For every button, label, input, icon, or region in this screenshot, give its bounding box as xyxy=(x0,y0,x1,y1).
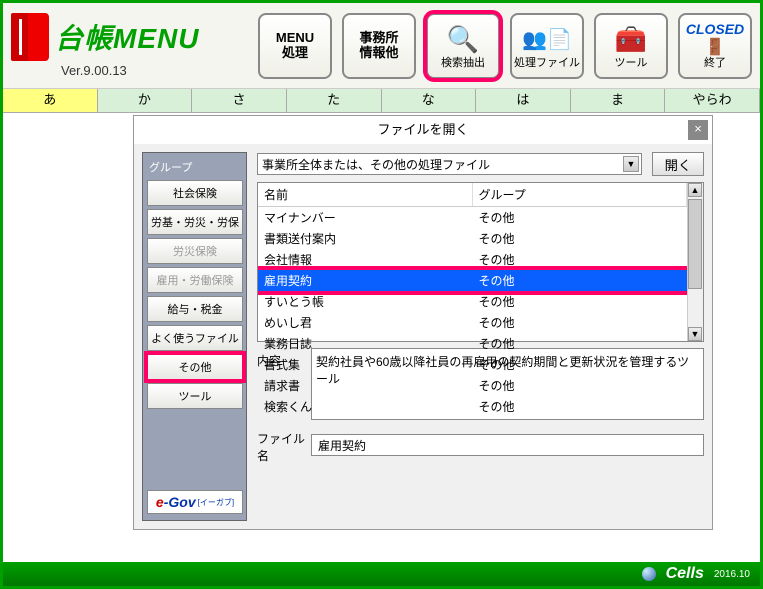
footer-date: 2016.10 xyxy=(714,569,750,580)
egov-button[interactable]: e-Gov [イーガブ] xyxy=(147,490,243,514)
group-btn-koyou: 雇用・労働保険 xyxy=(147,267,243,293)
kana-tab-sa[interactable]: さ xyxy=(192,89,287,112)
label: MENU処理 xyxy=(276,31,314,60)
menu-button-process-file[interactable]: 👥📄 処理ファイル xyxy=(510,13,584,79)
open-button[interactable]: 開く xyxy=(652,152,704,176)
door-icon: 🚪 xyxy=(705,37,725,57)
dropdown-value: 事業所全体または、その他の処理ファイル xyxy=(262,156,490,173)
person-file-icon: 👥📄 xyxy=(522,21,572,57)
list-item[interactable]: すいとう帳その他 xyxy=(258,291,687,312)
label: 処理ファイル xyxy=(514,57,580,69)
label: 終了 xyxy=(704,57,726,69)
scope-dropdown[interactable]: 事業所全体または、その他の処理ファイル ▼ xyxy=(257,153,642,175)
list-body: マイナンバーその他 書類送付案内その他 会社情報その他 雇用契約その他 すいとう… xyxy=(258,207,687,417)
right-panel: 事業所全体または、その他の処理ファイル ▼ 開く 名前 グループ xyxy=(257,152,704,521)
list-item[interactable]: 請求書その他 xyxy=(258,375,687,396)
list-item[interactable]: 業務日誌その他 xyxy=(258,333,687,354)
label: 事務所情報他 xyxy=(359,31,398,60)
kana-tab-a[interactable]: あ xyxy=(3,89,98,112)
label: 検索抽出 xyxy=(441,57,485,69)
group-panel-title: グループ xyxy=(147,159,242,175)
open-file-dialog: ファイルを開く × グループ 社会保険 労基・労災・労保 労災保険 雇用・労働保… xyxy=(133,115,713,530)
menu-button-office-info[interactable]: 事務所情報他 xyxy=(342,13,416,79)
closed-icon: CLOSED xyxy=(686,21,744,37)
col-name[interactable]: 名前 xyxy=(258,183,473,206)
group-btn-shakai[interactable]: 社会保険 xyxy=(147,180,243,206)
list-item-selected[interactable]: 雇用契約その他 xyxy=(258,270,687,291)
filename-input[interactable]: 雇用契約 xyxy=(311,434,704,456)
app-title: 台帳MENU xyxy=(55,17,199,57)
group-btn-tools[interactable]: ツール xyxy=(147,383,243,409)
kana-tab-ha[interactable]: は xyxy=(476,89,571,112)
menu-button-exit[interactable]: CLOSED 🚪 終了 xyxy=(678,13,752,79)
scroll-down-icon[interactable]: ▼ xyxy=(688,327,702,341)
label: ツール xyxy=(615,57,648,69)
logo-section: 台帳MENU Ver.9.00.13 xyxy=(11,13,199,78)
globe-icon xyxy=(642,567,656,581)
group-btn-rousai: 労災保険 xyxy=(147,238,243,264)
menu-button-search[interactable]: 🔍 検索抽出 xyxy=(426,13,500,79)
kana-tabs: あ か さ た な は ま やらわ xyxy=(3,89,760,113)
magnifier-icon: 🔍 xyxy=(447,21,479,57)
list-item[interactable]: 検索くんその他 xyxy=(258,396,687,417)
group-panel: グループ 社会保険 労基・労災・労保 労災保険 雇用・労働保険 給与・税金 よく… xyxy=(142,152,247,521)
dialog-title-text: ファイルを開く xyxy=(377,122,468,137)
list-header: 名前 グループ xyxy=(258,183,687,207)
list-item[interactable]: 会社情報その他 xyxy=(258,249,687,270)
toolbox-icon: 🧰 xyxy=(615,21,647,57)
group-btn-other[interactable]: その他 xyxy=(147,354,243,380)
scrollbar-thumb[interactable] xyxy=(688,199,702,289)
scrollbar[interactable]: ▲ ▼ xyxy=(687,183,703,341)
group-btn-rouki[interactable]: 労基・労災・労保 xyxy=(147,209,243,235)
kana-tab-yarawa[interactable]: やらわ xyxy=(665,89,760,112)
chevron-down-icon: ▼ xyxy=(623,156,639,172)
file-list: 名前 グループ マイナンバーその他 書類送付案内その他 会社情報その他 雇用契約… xyxy=(257,182,704,342)
scroll-up-icon[interactable]: ▲ xyxy=(688,183,702,197)
menu-button-tools[interactable]: 🧰 ツール xyxy=(594,13,668,79)
list-item[interactable]: 書類送付案内その他 xyxy=(258,228,687,249)
dialog-title: ファイルを開く × xyxy=(134,116,712,144)
list-item[interactable]: 書式集その他 xyxy=(258,354,687,375)
group-btn-kyuyo[interactable]: 給与・税金 xyxy=(147,296,243,322)
list-item[interactable]: マイナンバーその他 xyxy=(258,207,687,228)
close-icon[interactable]: × xyxy=(688,120,708,140)
app-window: 台帳MENU Ver.9.00.13 MENU処理 事務所情報他 🔍 検索抽出 … xyxy=(0,0,763,589)
header: 台帳MENU Ver.9.00.13 MENU処理 事務所情報他 🔍 検索抽出 … xyxy=(3,3,760,89)
ledger-icon xyxy=(11,13,49,61)
version-label: Ver.9.00.13 xyxy=(61,63,127,78)
kana-tab-na[interactable]: な xyxy=(382,89,477,112)
kana-tab-ka[interactable]: か xyxy=(98,89,193,112)
egov-sub: [イーガブ] xyxy=(198,497,234,508)
kana-tab-ma[interactable]: ま xyxy=(571,89,666,112)
col-group[interactable]: グループ xyxy=(473,183,688,206)
menu-button-process[interactable]: MENU処理 xyxy=(258,13,332,79)
brand-label: Cells xyxy=(666,565,704,583)
main-area: ファイルを開く × グループ 社会保険 労基・労災・労保 労災保険 雇用・労働保… xyxy=(3,113,760,562)
filename-label: ファイル名 xyxy=(257,426,305,464)
list-item[interactable]: めいし君その他 xyxy=(258,312,687,333)
footer: Cells 2016.10 xyxy=(3,562,760,586)
menu-buttons: MENU処理 事務所情報他 🔍 検索抽出 👥📄 処理ファイル 🧰 ツール CLO… xyxy=(258,13,752,79)
group-btn-frequent[interactable]: よく使うファイル xyxy=(147,325,243,351)
kana-tab-ta[interactable]: た xyxy=(287,89,382,112)
dialog-body: グループ 社会保険 労基・労災・労保 労災保険 雇用・労働保険 給与・税金 よく… xyxy=(134,144,712,529)
